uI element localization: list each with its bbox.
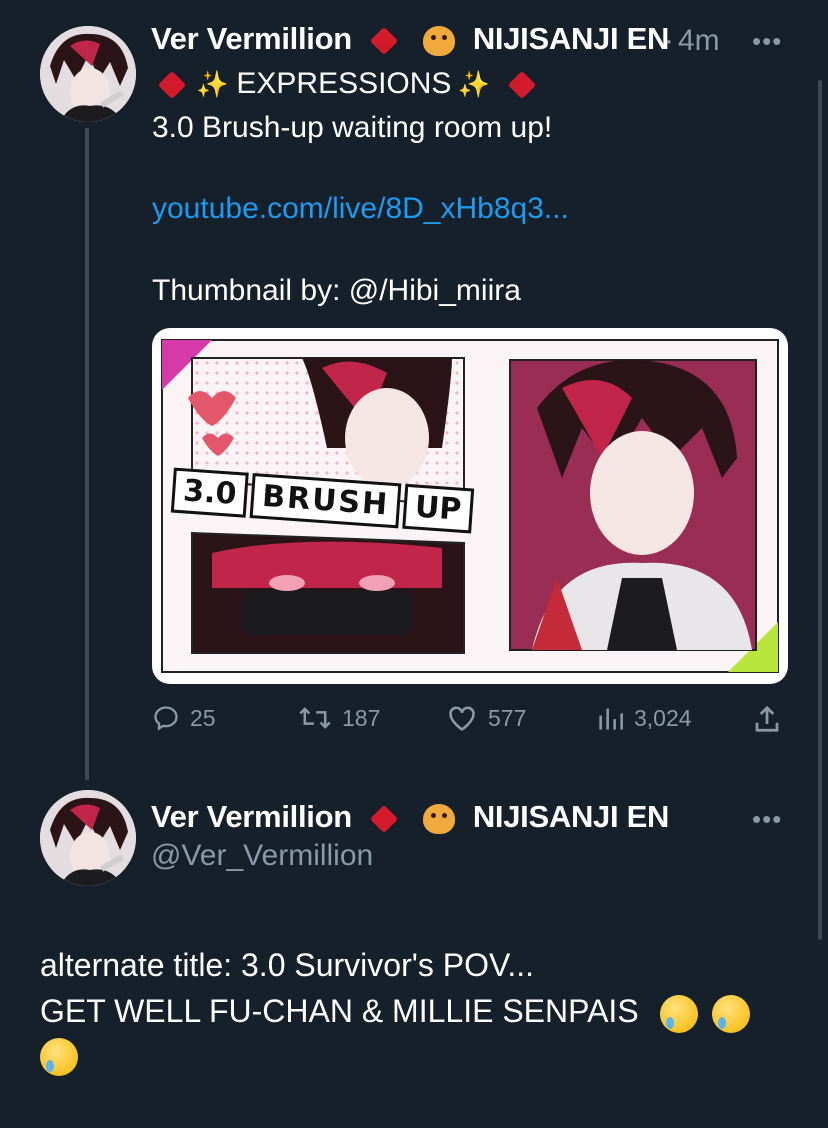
avatar-image <box>40 26 136 122</box>
tweet2-text-line: alternate title: 3.0 Survivor's POV... <box>40 947 535 983</box>
share-icon <box>755 705 779 732</box>
author-name[interactable]: Ver Vermillion <box>151 21 352 56</box>
reply-count: 25 <box>190 704 216 731</box>
tweet1-time-row: · 4m <box>664 24 720 58</box>
views-icon <box>599 708 623 730</box>
scrollbar[interactable] <box>818 80 822 940</box>
tiger-icon <box>422 803 455 834</box>
media-thumbnail[interactable]: 3.0 BRUSH UP <box>152 328 788 684</box>
like-button[interactable]: 577 <box>446 704 526 732</box>
retweet-button[interactable]: 187 <box>298 704 380 732</box>
retweet-count: 187 <box>342 704 381 731</box>
like-count: 577 <box>488 704 527 731</box>
tweet1-title-line: ✨ EXPRESSIONS ✨ <box>152 63 536 105</box>
like-icon <box>449 706 475 731</box>
avatar-image <box>40 790 136 886</box>
views-button[interactable]: 3,024 <box>596 704 692 732</box>
tweet2-text: GET WELL FU-CHAN & MILLIE SENPAIS <box>40 993 639 1029</box>
thumbnail-title-part: UP <box>402 483 474 534</box>
diamond-icon <box>370 804 399 833</box>
crying-face-icon <box>659 994 698 1033</box>
reply-icon <box>154 706 178 731</box>
thread-connector <box>85 128 89 780</box>
affiliation: NIJISANJI EN <box>472 799 670 834</box>
tweet1-text-line: 3.0 Brush-up waiting room up! <box>152 111 553 144</box>
more-options-icon[interactable]: ••• <box>752 804 782 835</box>
more-options-icon[interactable]: ••• <box>752 26 782 57</box>
crying-face-icon <box>40 1038 78 1076</box>
affiliation: NIJISANJI EN <box>472 21 670 56</box>
diamond-icon <box>507 70 536 100</box>
tiger-icon <box>422 25 455 56</box>
tweet1-link[interactable]: youtube.com/live/8D_xHb8q3... <box>152 188 569 229</box>
author-handle[interactable]: @Ver_Vermillion <box>151 839 373 873</box>
tweet2-author-row: Ver Vermillion NIJISANJI EN <box>151 799 669 835</box>
thumbnail-title-part: 3.0 <box>170 467 249 518</box>
sparkles-icon: ✨ <box>196 69 229 99</box>
tweet2-text-line-2: GET WELL FU-CHAN & MILLIE SENPAIS <box>40 988 751 1034</box>
sparkles-icon: ✨ <box>457 69 490 99</box>
crying-face-icon <box>712 994 751 1033</box>
diamond-icon <box>157 70 187 100</box>
separator: · <box>664 24 674 57</box>
crying-face-glyph <box>40 1038 78 1076</box>
avatar[interactable] <box>40 790 136 886</box>
views-count: 3,024 <box>634 704 692 731</box>
title-text: EXPRESSIONS <box>236 67 452 100</box>
author-name[interactable]: Ver Vermillion <box>151 799 352 834</box>
diamond-icon <box>370 26 399 55</box>
share-button[interactable] <box>752 704 782 739</box>
timestamp[interactable]: 4m <box>678 24 720 57</box>
tweet1-author-row: Ver Vermillion NIJISANJI EN <box>151 21 669 57</box>
avatar[interactable] <box>40 26 136 122</box>
reply-button[interactable]: 25 <box>152 704 216 732</box>
retweet-icon <box>299 707 331 729</box>
tweet1-credit: Thumbnail by: @/Hibi_miira <box>152 274 521 307</box>
